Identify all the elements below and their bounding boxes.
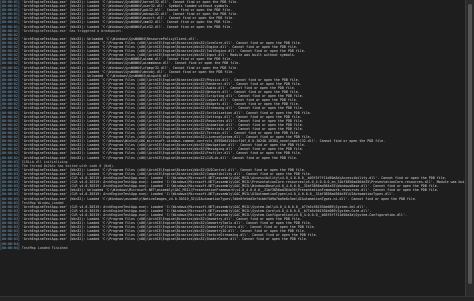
output-line: [00:00:04] TestMap Loaded Finished xyxy=(0,246,465,250)
bottom-status-bar xyxy=(0,296,474,301)
output-line-message: 'ArchEngineTestApp.exe' (Win32): Loaded … xyxy=(21,237,308,242)
debug-output-pane[interactable]: [00:00:01] 'ArchEngineTestApp.exe' (Win3… xyxy=(0,0,465,296)
vertical-scrollbar[interactable] xyxy=(465,0,474,296)
output-line-message: 'ArchEngineTestApp.exe' (Win32): Loaded … xyxy=(21,196,417,201)
scrollbar-thumb[interactable] xyxy=(468,4,472,284)
output-line-timestamp: [00:00:04] xyxy=(0,245,20,250)
output-line: [00:00:03] 'ArchEngineTestApp.exe' (Win3… xyxy=(0,197,465,201)
output-line-message: 'ArchEngineTestApp.exe' has triggered a … xyxy=(21,28,124,33)
output-line-message: TestMap Loaded Finished xyxy=(21,245,68,250)
